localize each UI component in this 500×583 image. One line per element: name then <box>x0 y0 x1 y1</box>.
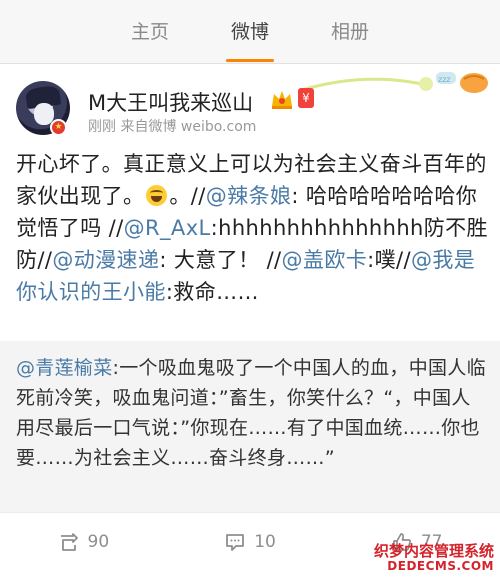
card-decoration-icon: zzz <box>302 72 488 93</box>
repost-button[interactable]: 90 <box>0 513 167 570</box>
watermark-url: DEDECMS.COM <box>387 559 494 573</box>
post-meta: 刚刚 来自微博 weibo.com <box>88 119 257 135</box>
comment-count: 10 <box>254 531 276 552</box>
site-watermark: 织梦内容管理系统 DEDECMS.COM <box>374 544 494 574</box>
body-text-segment: : 大意了！ // <box>159 248 282 272</box>
repost-count: 90 <box>87 531 110 552</box>
repost-text: @青莲榆菜:一个吸血鬼吸了一个中国人的血，中国人临死前冷笑，吸血鬼问道：”畜生，… <box>16 353 488 473</box>
username[interactable]: M大王叫我来巡山 <box>88 87 253 117</box>
body-text-segment: :噗// <box>367 248 411 272</box>
post-body: 开心坏了。真正意义上可以为社会主义奋斗百年的家伙出现了。 。//@辣条娘: 哈哈哈… <box>16 148 488 308</box>
laughing-emoji-icon <box>146 185 168 206</box>
red-packet-icon: ¥ <box>298 88 314 108</box>
vip-crown-icon <box>272 91 292 109</box>
mention-link[interactable]: @动漫速递 <box>52 248 159 272</box>
tab-weibo[interactable]: 微博 <box>200 0 300 64</box>
mention-link[interactable]: @盖欧卡 <box>282 248 368 272</box>
body-text-segment: 。// <box>169 184 206 208</box>
tab-album[interactable]: 相册 <box>300 0 400 64</box>
watermark-title: 织梦内容管理系统 <box>373 542 494 560</box>
comment-button[interactable]: 10 <box>167 513 334 570</box>
comment-icon <box>226 533 245 551</box>
tab-home[interactable]: 主页 <box>100 0 200 64</box>
body-text-segment: :救命…… <box>165 280 259 304</box>
svg-text:zzz: zzz <box>438 75 451 84</box>
mention-link[interactable]: @R_AxL <box>124 216 211 240</box>
repost-author-link[interactable]: @青莲榆菜 <box>16 357 113 379</box>
verified-badge-icon: ★ <box>50 119 67 136</box>
weibo-post-card: zzz ★ M大王叫我来巡山 ¥ 刚刚 来自微博 weibo.com 开心坏了。… <box>0 64 500 583</box>
repost-icon <box>60 532 78 551</box>
profile-tab-bar: 主页 微博 相册 <box>0 0 500 64</box>
mention-link[interactable]: @辣条娘 <box>206 184 292 208</box>
reposted-content[interactable]: @青莲榆菜:一个吸血鬼吸了一个中国人的血，中国人临死前冷笑，吸血鬼问道：”畜生，… <box>0 341 500 512</box>
